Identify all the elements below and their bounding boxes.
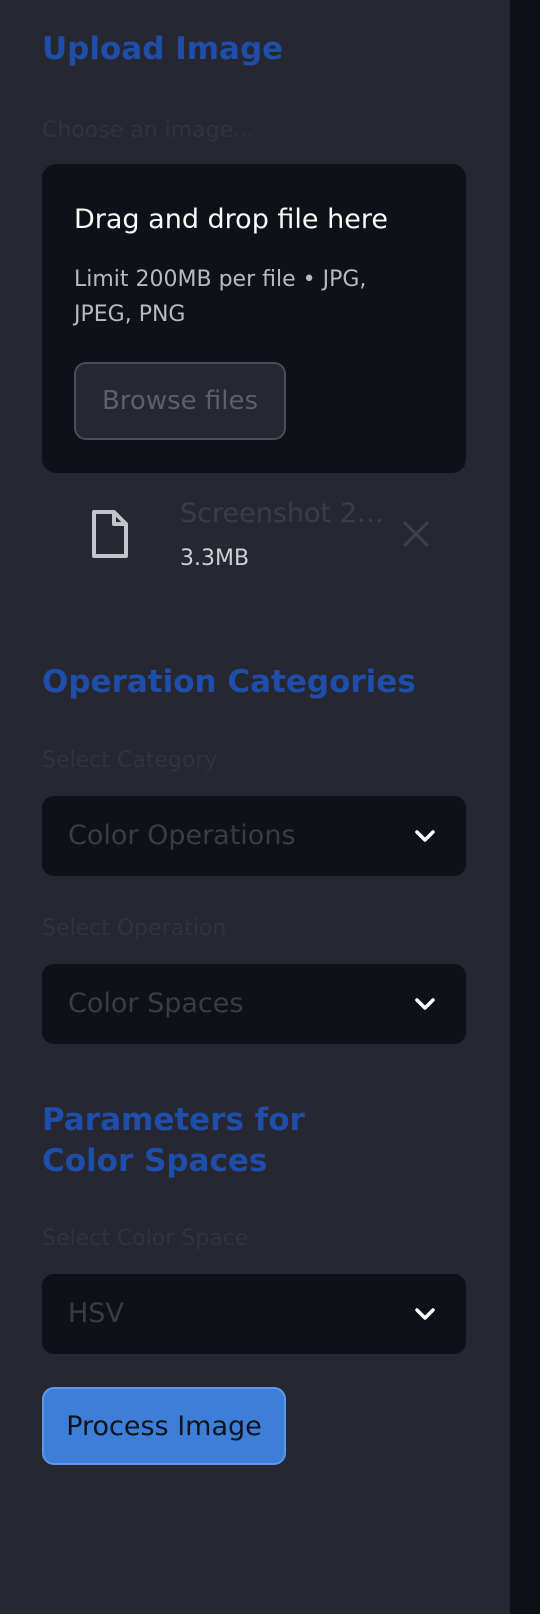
operation-categories-heading: Operation Categories [42, 664, 416, 700]
chevron-down-icon [415, 998, 435, 1010]
category-select-value: Color Operations [68, 820, 296, 851]
operation-select[interactable]: Color Spaces [42, 964, 466, 1044]
file-name: Screenshot 2… [180, 498, 384, 529]
operation-select-value: Color Spaces [68, 988, 244, 1019]
upload-label: Choose an image... [42, 118, 255, 143]
uploaded-file: Screenshot 2… 3.3MB [42, 496, 466, 586]
parameters-heading: Parameters for Color Spaces [42, 1102, 305, 1180]
browse-files-button[interactable]: Browse files [74, 362, 286, 440]
category-select[interactable]: Color Operations [42, 796, 466, 876]
close-icon[interactable] [400, 518, 432, 550]
color-space-select-value: HSV [68, 1298, 124, 1329]
sidebar: Upload Image Choose an image... Drag and… [0, 0, 510, 1614]
file-size: 3.3MB [180, 546, 250, 571]
category-label: Select Category [42, 748, 218, 773]
file-dropzone[interactable]: Drag and drop file here Limit 200MB per … [42, 164, 466, 473]
dropzone-limit: Limit 200MB per file • JPG, JPEG, PNG [74, 267, 367, 328]
file-icon [92, 510, 128, 558]
chevron-down-icon [415, 830, 435, 842]
chevron-down-icon [415, 1308, 435, 1320]
process-image-button[interactable]: Process Image [42, 1387, 286, 1465]
color-space-select[interactable]: HSV [42, 1274, 466, 1354]
dropzone-title: Drag and drop file here [74, 204, 388, 235]
main-area-edge [510, 0, 540, 1614]
operation-label: Select Operation [42, 916, 227, 941]
color-space-label: Select Color Space [42, 1226, 249, 1251]
upload-heading: Upload Image [42, 31, 284, 67]
